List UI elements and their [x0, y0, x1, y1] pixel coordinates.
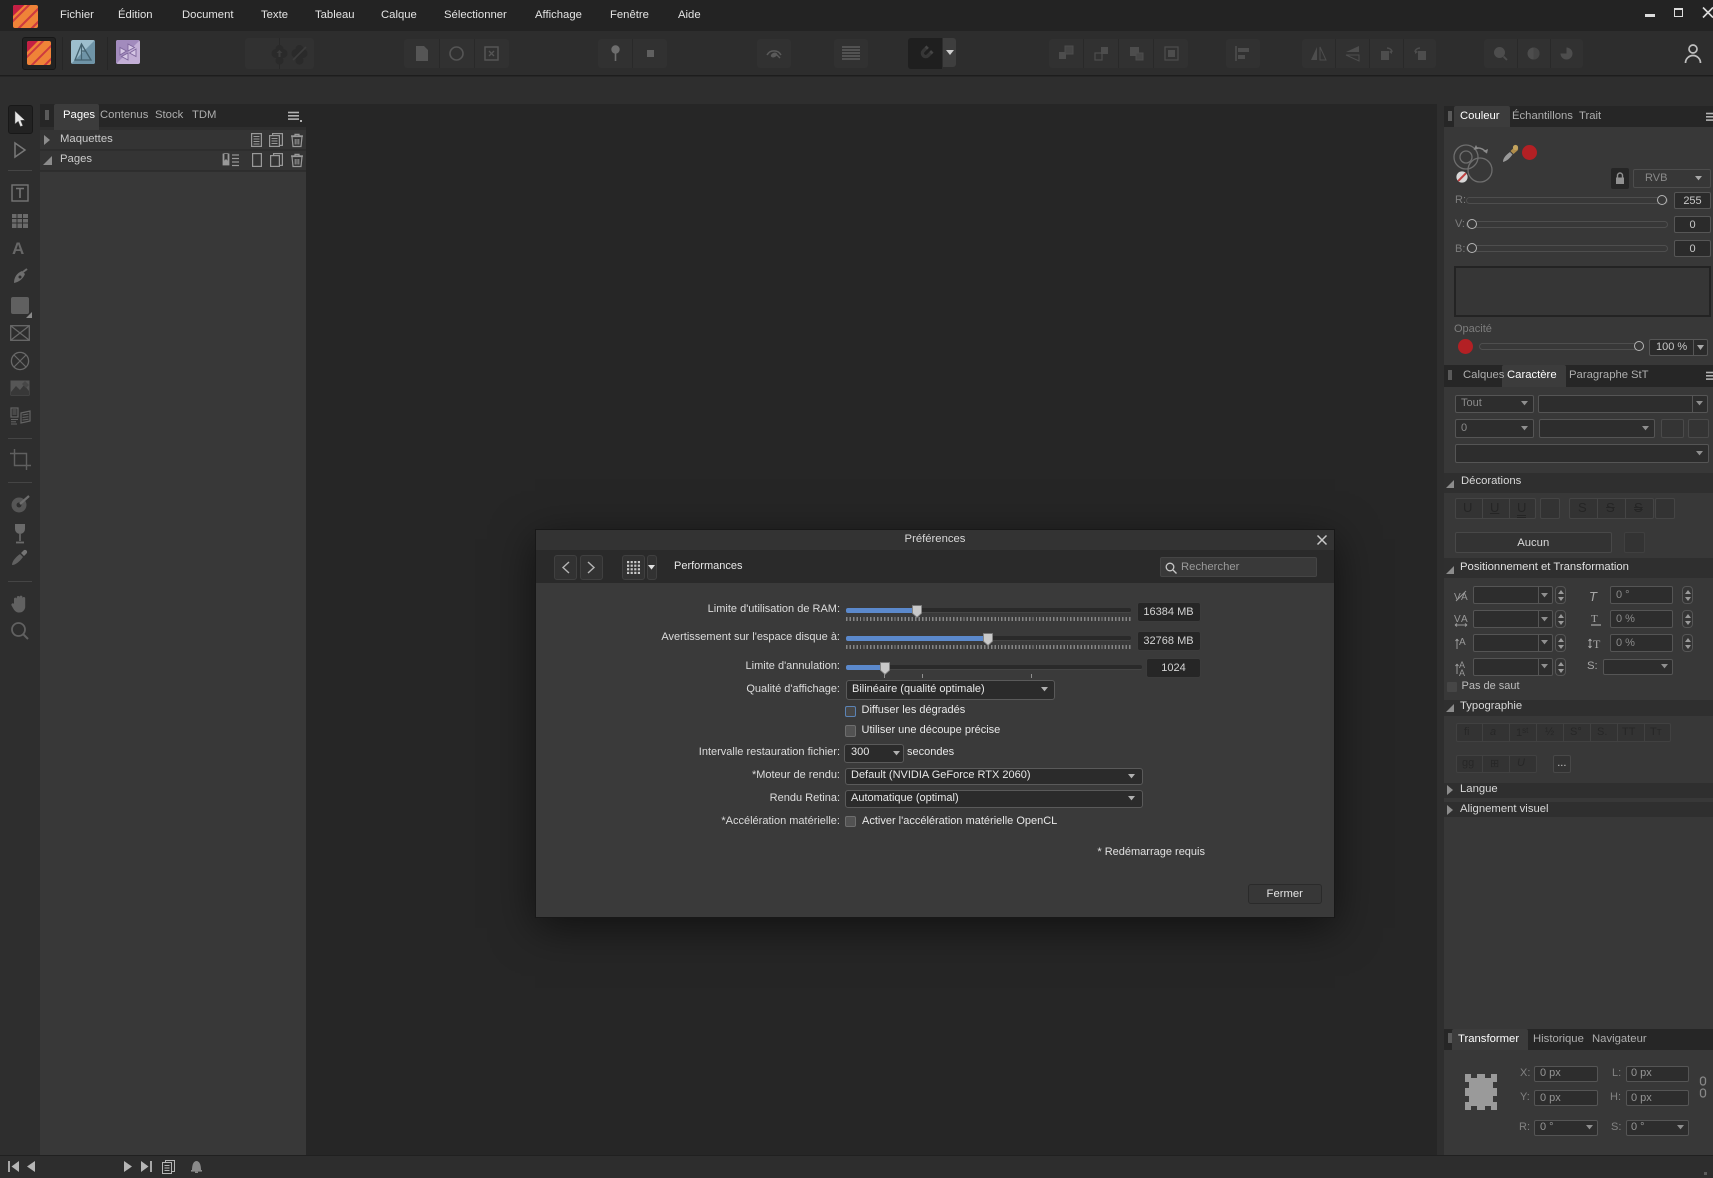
svg-text:V: V — [1454, 614, 1461, 625]
svg-text:T: T — [1593, 637, 1601, 651]
svg-text:A: A — [1461, 592, 1468, 603]
svg-text:T: T — [1591, 613, 1598, 625]
svg-text:A: A — [1459, 668, 1465, 678]
svg-text:A: A — [1461, 614, 1468, 625]
svg-text:A: A — [1459, 637, 1466, 648]
